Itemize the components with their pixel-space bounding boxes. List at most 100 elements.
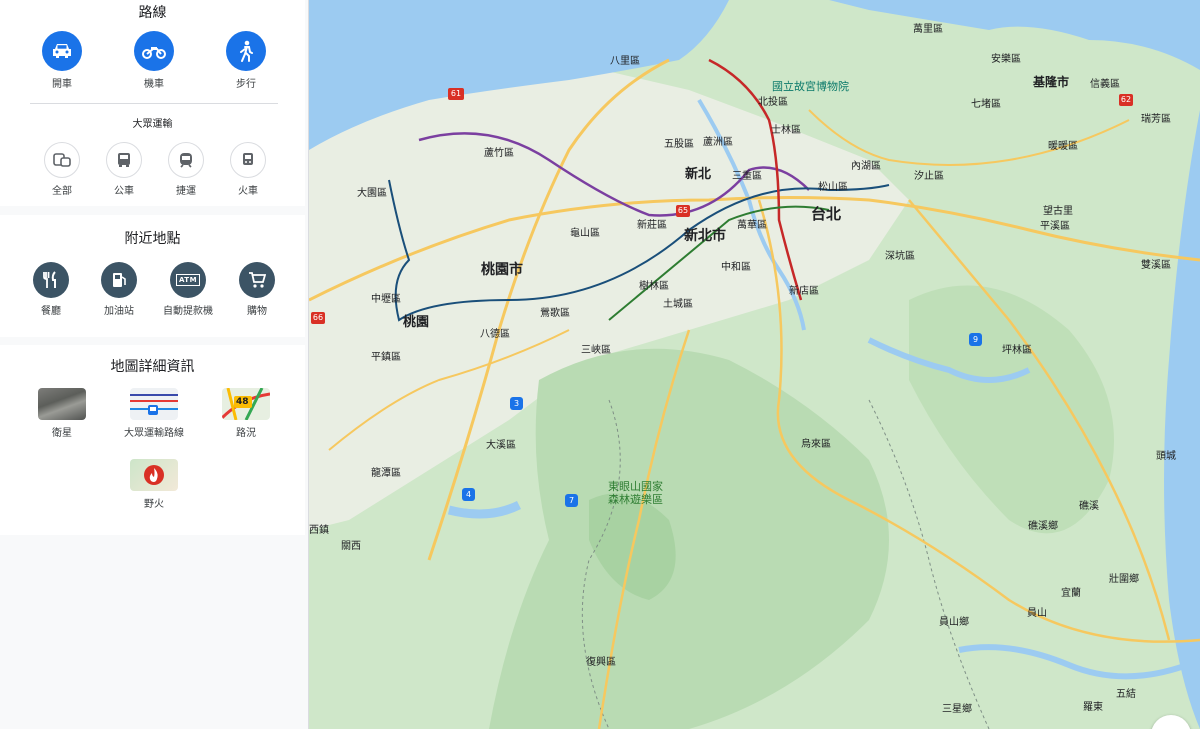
- nearby-gas-label: 加油站: [104, 306, 134, 317]
- map-label-qidu[interactable]: 七堵區: [971, 95, 1001, 110]
- side-panel: 路線 開車 機車 步行 大眾運輸 全部 公車 捷運 火車 附近地點 餐廳 加油站…: [0, 0, 309, 729]
- map-label-ruifang[interactable]: 瑞芳區: [1141, 110, 1171, 125]
- map-label-zhuangwei[interactable]: 壯圍鄉: [1109, 570, 1139, 585]
- map-label-guanxi[interactable]: 關西: [341, 537, 361, 552]
- map-label-wujie[interactable]: 五結: [1116, 685, 1136, 700]
- map-label-songshan[interactable]: 松山區: [818, 178, 848, 193]
- layer-wildfire-label: 野火: [144, 499, 164, 510]
- map-label-shenkeng[interactable]: 深坑區: [885, 247, 915, 262]
- map-label-bali[interactable]: 八里區: [610, 52, 640, 67]
- car-icon: [42, 31, 82, 71]
- map-details-card: 地圖詳細資訊 衛星 大眾運輸路線 48 路況 野火: [0, 345, 305, 535]
- transit-all-icon: [44, 142, 80, 178]
- route-shield-9: 9: [969, 333, 982, 346]
- layer-transit-button[interactable]: 大眾運輸路線: [114, 388, 194, 439]
- map-label-longtan[interactable]: 龍潭區: [371, 464, 401, 479]
- nearby-shopping-label: 購物: [247, 306, 267, 317]
- route-shield-62: 62: [1119, 94, 1133, 106]
- map-label-bade[interactable]: 八德區: [480, 325, 510, 340]
- map-label-taipei[interactable]: 台北: [811, 203, 841, 224]
- traffic-badge: 48: [236, 397, 249, 407]
- map-label-pinglin[interactable]: 坪林區: [1002, 341, 1032, 356]
- map-label-new-taipei-city[interactable]: 新北市: [684, 225, 726, 245]
- map-label-shulin[interactable]: 樹林區: [639, 277, 669, 292]
- map-label-yilan[interactable]: 宜蘭: [1061, 584, 1081, 599]
- route-shield-4: 4: [462, 488, 475, 501]
- train-icon: [230, 142, 266, 178]
- map-label-pingzhen[interactable]: 平鎮區: [371, 348, 401, 363]
- map-label-jiaoxi-township[interactable]: 礁溪鄉: [1028, 517, 1058, 532]
- layer-satellite-button[interactable]: 衛星: [22, 388, 102, 439]
- map-label-nuannuan[interactable]: 暖暖區: [1048, 137, 1078, 152]
- map-label-new-taipei[interactable]: 新北: [685, 163, 711, 182]
- nearby-card: 附近地點 餐廳 加油站 ATM 自動提款機 購物: [0, 215, 305, 337]
- map-label-yuanshan-township[interactable]: 員山鄉: [939, 613, 969, 628]
- map-label-anle[interactable]: 安樂區: [991, 50, 1021, 65]
- map-label-zhongli[interactable]: 中壢區: [371, 290, 401, 305]
- map-label-beitou[interactable]: 北投區: [758, 93, 788, 108]
- map-label-yingge[interactable]: 鶯歌區: [540, 304, 570, 319]
- nearby-gas-button[interactable]: 加油站: [79, 262, 159, 317]
- map-label-sanxing[interactable]: 三星鄉: [942, 700, 972, 715]
- map-canvas[interactable]: 台北 新北市 新北 桃園市 桃園 基隆市 國立故宮博物院 東眼山國家 森林遊樂區 …: [309, 0, 1200, 729]
- map-label-fuxing[interactable]: 復興區: [586, 653, 616, 668]
- map-svg[interactable]: [309, 0, 1200, 729]
- map-label-shuangxi[interactable]: 雙溪區: [1141, 256, 1171, 271]
- mode-motorcycle-button[interactable]: 機車: [114, 31, 194, 90]
- layer-traffic-button[interactable]: 48 路況: [206, 388, 286, 439]
- map-label-toucheng[interactable]: 頭城: [1156, 447, 1176, 462]
- map-label-keelung-city[interactable]: 基隆市: [1033, 73, 1069, 90]
- transit-train-button[interactable]: 火車: [208, 142, 288, 197]
- map-label-wanggu[interactable]: 望古里: [1043, 202, 1073, 217]
- restaurant-icon: [33, 262, 69, 298]
- layer-wildfire-button[interactable]: 野火: [114, 459, 194, 510]
- map-label-guishan[interactable]: 龜山區: [570, 224, 600, 239]
- map-label-sanchong[interactable]: 三重區: [732, 167, 762, 182]
- route-shield-61: 61: [448, 88, 464, 100]
- transit-lines-thumbnail: [130, 388, 178, 420]
- nearby-shopping-button[interactable]: 購物: [217, 262, 297, 317]
- map-label-luzhou[interactable]: 蘆洲區: [703, 133, 733, 148]
- route-shield-66: 66: [311, 312, 325, 324]
- map-label-dongyanshan[interactable]: 東眼山國家 森林遊樂區: [608, 480, 663, 506]
- map-label-taoyuan-city[interactable]: 桃園市: [481, 259, 523, 279]
- motorcycle-icon: [134, 31, 174, 71]
- map-label-wanli[interactable]: 萬里區: [913, 20, 943, 35]
- mode-walk-button[interactable]: 步行: [206, 31, 286, 90]
- routes-card: 路線 開車 機車 步行 大眾運輸 全部 公車 捷運 火車: [0, 0, 305, 206]
- nearby-title: 附近地點: [124, 231, 181, 247]
- satellite-thumbnail: [38, 388, 86, 420]
- map-details-title: 地圖詳細資訊: [110, 359, 195, 375]
- map-label-daxi[interactable]: 大溪區: [486, 436, 516, 451]
- map-label-luzhu[interactable]: 蘆竹區: [484, 144, 514, 159]
- route-shield-65: 65: [676, 205, 690, 217]
- map-label-neihu[interactable]: 內湖區: [851, 157, 881, 172]
- map-label-pingxi[interactable]: 平溪區: [1040, 217, 1070, 232]
- map-label-xinzhuang[interactable]: 新莊區: [637, 216, 667, 231]
- map-label-xizhen[interactable]: 西鎮: [309, 521, 329, 536]
- atm-badge: ATM: [175, 274, 201, 286]
- map-label-dayuan[interactable]: 大園區: [357, 184, 387, 199]
- map-label-wugu[interactable]: 五股區: [664, 135, 694, 150]
- map-label-taoyuan[interactable]: 桃園: [403, 311, 429, 330]
- subway-icon: [168, 142, 204, 178]
- map-label-xindian[interactable]: 新店區: [789, 282, 819, 297]
- walk-icon: [226, 31, 266, 71]
- map-label-zhonghe[interactable]: 中和區: [721, 258, 751, 273]
- mode-drive-button[interactable]: 開車: [22, 31, 102, 90]
- atm-icon: ATM: [170, 262, 206, 298]
- map-label-xinyi[interactable]: 信義區: [1090, 75, 1120, 90]
- map-label-sanxia[interactable]: 三峽區: [581, 341, 611, 356]
- map-label-tucheng[interactable]: 土城區: [663, 295, 693, 310]
- map-label-palace-museum[interactable]: 國立故宮博物院: [772, 78, 849, 94]
- map-label-luodong[interactable]: 羅東: [1083, 698, 1103, 713]
- map-label-jiaoxi[interactable]: 礁溪: [1079, 497, 1099, 512]
- map-label-xizhi[interactable]: 汐止區: [914, 167, 944, 182]
- map-label-shilin[interactable]: 士林區: [771, 121, 801, 136]
- nearby-atm-button[interactable]: ATM 自動提款機: [148, 262, 228, 317]
- traffic-thumbnail: 48: [222, 388, 270, 420]
- map-label-wanhua[interactable]: 萬華區: [737, 216, 767, 231]
- map-label-yuanshan[interactable]: 員山: [1027, 604, 1047, 619]
- map-label-wulai[interactable]: 烏來區: [801, 435, 831, 450]
- gas-station-icon: [101, 262, 137, 298]
